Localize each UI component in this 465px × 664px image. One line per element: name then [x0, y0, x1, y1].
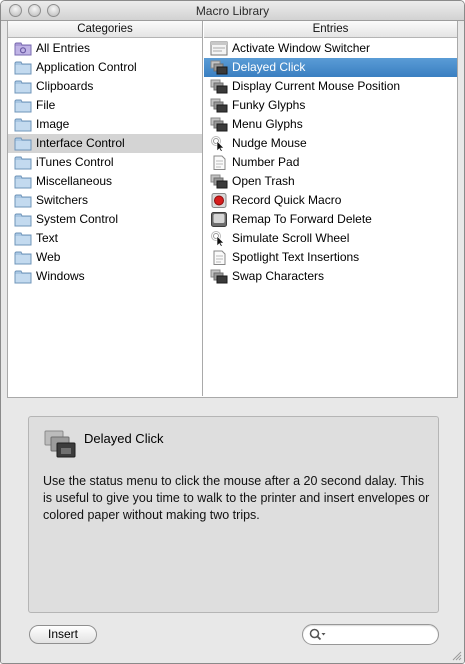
category-row[interactable]: Switchers	[8, 191, 202, 210]
folder-icon	[14, 98, 32, 113]
category-row[interactable]: System Control	[8, 210, 202, 229]
folder-icon	[14, 174, 32, 189]
category-row[interactable]: File	[8, 96, 202, 115]
entry-label: Number Pad	[232, 155, 300, 169]
entry-label: Delayed Click	[232, 60, 306, 74]
folder-icon	[14, 212, 32, 227]
entry-row[interactable]: Remap To Forward Delete	[204, 210, 457, 229]
category-label: System Control	[36, 212, 119, 226]
entry-label: Spotlight Text Insertions	[232, 250, 360, 264]
entry-label: Nudge Mouse	[232, 136, 307, 150]
entry-row[interactable]: Display Current Mouse Position	[204, 77, 457, 96]
windows-stack-icon	[210, 79, 228, 94]
category-row[interactable]: Text	[8, 229, 202, 248]
windows-stack-icon	[210, 174, 228, 189]
search-field[interactable]	[302, 624, 439, 645]
category-label: Miscellaneous	[36, 174, 113, 188]
search-icon[interactable]	[309, 628, 326, 642]
folder-icon	[14, 79, 32, 94]
entry-row[interactable]: Delayed Click	[204, 58, 457, 77]
entry-label: Remap To Forward Delete	[232, 212, 372, 226]
folder-icon	[14, 269, 32, 284]
folder-icon	[14, 136, 32, 151]
entry-label: Menu Glyphs	[232, 117, 303, 131]
entry-row[interactable]: Open Trash	[204, 172, 457, 191]
category-row[interactable]: Application Control	[8, 58, 202, 77]
category-label: Text	[36, 231, 59, 245]
category-label: All Entries	[36, 41, 91, 55]
category-row[interactable]: Interface Control	[8, 134, 202, 153]
category-label: File	[36, 98, 56, 112]
entry-row[interactable]: Funky Glyphs	[204, 96, 457, 115]
document-icon	[210, 250, 228, 265]
entry-label: Record Quick Macro	[232, 193, 342, 207]
window-icon	[210, 41, 228, 56]
category-label: Windows	[36, 269, 85, 283]
categories-column: Categories All Entries Application Contro…	[8, 21, 203, 396]
entry-row[interactable]: Nudge Mouse	[204, 134, 457, 153]
entry-label: Activate Window Switcher	[232, 41, 371, 55]
windows-stack-icon	[210, 269, 228, 284]
mouse-pointer-icon	[210, 136, 228, 152]
windows-stack-icon	[43, 429, 77, 461]
window-title: Macro Library	[195, 4, 270, 18]
folder-icon	[14, 193, 32, 208]
folder-icon	[14, 117, 32, 132]
category-label: Clipboards	[36, 79, 94, 93]
category-row[interactable]: Windows	[8, 267, 202, 286]
category-label: Interface Control	[36, 136, 125, 150]
folder-icon	[14, 250, 32, 265]
folder-icon	[14, 231, 32, 246]
category-row[interactable]: Miscellaneous	[8, 172, 202, 191]
category-row[interactable]: Clipboards	[8, 77, 202, 96]
folder-icon	[14, 60, 32, 75]
category-row[interactable]: iTunes Control	[8, 153, 202, 172]
entries-header[interactable]: Entries	[204, 21, 457, 38]
entry-row[interactable]: Menu Glyphs	[204, 115, 457, 134]
browser-columns: Categories All Entries Application Contro…	[7, 21, 458, 398]
entry-label: Display Current Mouse Position	[232, 79, 401, 93]
search-input[interactable]	[329, 627, 429, 642]
entry-row[interactable]: Activate Window Switcher	[204, 39, 457, 58]
entries-column: Entries Activate Window Switcher Delayed …	[204, 21, 457, 396]
resize-grip-icon[interactable]	[451, 650, 462, 661]
folder-icon	[14, 155, 32, 170]
entries-list: Activate Window Switcher Delayed Click Dis…	[204, 38, 457, 286]
keyboard-key-icon	[210, 212, 228, 227]
entry-row[interactable]: Number Pad	[204, 153, 457, 172]
category-label: iTunes Control	[36, 155, 114, 169]
title-bar[interactable]: Macro Library	[1, 1, 464, 21]
category-label: Switchers	[36, 193, 89, 207]
category-label: Image	[36, 117, 70, 131]
entry-row[interactable]: Spotlight Text Insertions	[204, 248, 457, 267]
smart-folder-icon	[14, 41, 32, 56]
entry-detail-box: Delayed Click Use the status menu to cli…	[28, 416, 439, 613]
detail-area: Delayed Click Use the status menu to cli…	[1, 398, 464, 663]
entry-row[interactable]: Simulate Scroll Wheel	[204, 229, 457, 248]
entry-row[interactable]: Record Quick Macro	[204, 191, 457, 210]
category-label: Application Control	[36, 60, 137, 74]
entry-label: Funky Glyphs	[232, 98, 306, 112]
category-label: Web	[36, 250, 61, 264]
categories-header[interactable]: Categories	[8, 21, 202, 38]
windows-stack-icon	[210, 60, 228, 75]
entry-label: Simulate Scroll Wheel	[232, 231, 350, 245]
document-icon	[210, 155, 228, 170]
entry-label: Open Trash	[232, 174, 295, 188]
record-icon	[210, 193, 228, 208]
category-row[interactable]: All Entries	[8, 39, 202, 58]
category-row[interactable]: Web	[8, 248, 202, 267]
entry-row[interactable]: Swap Characters	[204, 267, 457, 286]
entry-label: Swap Characters	[232, 269, 325, 283]
detail-entry-name: Delayed Click	[84, 431, 164, 446]
windows-stack-icon	[210, 117, 228, 132]
windows-stack-icon	[210, 98, 228, 113]
category-row[interactable]: Image	[8, 115, 202, 134]
macro-library-window: Macro Library Categories All Entries Appl…	[0, 0, 465, 664]
categories-list: All Entries Application Control Clipboards…	[8, 38, 202, 286]
detail-description: Use the status menu to click the mouse a…	[43, 474, 430, 522]
insert-button[interactable]: Insert	[29, 625, 97, 644]
mouse-pointer-icon	[210, 231, 228, 247]
